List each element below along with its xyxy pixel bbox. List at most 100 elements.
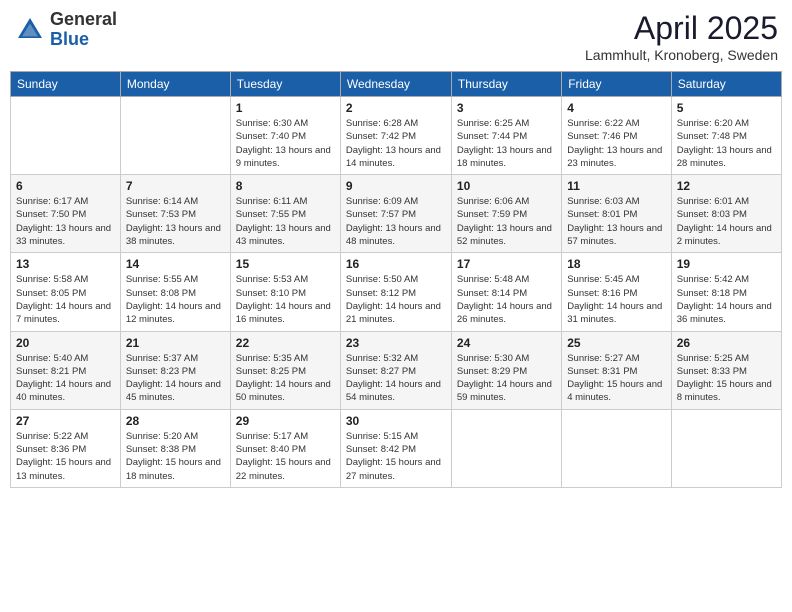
calendar-cell: 18 Sunrise: 5:45 AM Sunset: 8:16 PM Dayli… [562, 253, 672, 331]
day-number: 23 [346, 336, 446, 350]
week-row-0: 1 Sunrise: 6:30 AM Sunset: 7:40 PM Daylig… [11, 97, 782, 175]
day-header-monday: Monday [120, 72, 230, 97]
day-header-wednesday: Wednesday [340, 72, 451, 97]
calendar-cell: 7 Sunrise: 6:14 AM Sunset: 7:53 PM Daylig… [120, 175, 230, 253]
day-info: Sunrise: 5:27 AM Sunset: 8:31 PM Dayligh… [567, 352, 666, 405]
calendar: SundayMondayTuesdayWednesdayThursdayFrid… [10, 71, 782, 488]
day-number: 7 [126, 179, 225, 193]
day-info: Sunrise: 6:22 AM Sunset: 7:46 PM Dayligh… [567, 117, 666, 170]
day-number: 30 [346, 414, 446, 428]
month-title: April 2025 [585, 10, 778, 47]
calendar-cell: 9 Sunrise: 6:09 AM Sunset: 7:57 PM Daylig… [340, 175, 451, 253]
day-number: 12 [677, 179, 776, 193]
calendar-cell: 27Sunrise: 5:22 AM Sunset: 8:36 PM Dayli… [11, 409, 121, 487]
day-info: Sunrise: 5:45 AM Sunset: 8:16 PM Dayligh… [567, 273, 666, 326]
week-row-1: 6 Sunrise: 6:17 AM Sunset: 7:50 PM Daylig… [11, 175, 782, 253]
calendar-cell: 24 Sunrise: 5:30 AM Sunset: 8:29 PM Dayli… [451, 331, 561, 409]
day-number: 15 [236, 257, 335, 271]
week-row-4: 27Sunrise: 5:22 AM Sunset: 8:36 PM Dayli… [11, 409, 782, 487]
day-number: 1 [236, 101, 335, 115]
logo: General Blue [14, 10, 117, 50]
day-number: 19 [677, 257, 776, 271]
logo-blue: Blue [50, 30, 117, 50]
calendar-cell: 1 Sunrise: 6:30 AM Sunset: 7:40 PM Daylig… [230, 97, 340, 175]
calendar-body: 1 Sunrise: 6:30 AM Sunset: 7:40 PM Daylig… [11, 97, 782, 488]
day-number: 22 [236, 336, 335, 350]
calendar-cell [120, 97, 230, 175]
day-info: Sunrise: 5:32 AM Sunset: 8:27 PM Dayligh… [346, 352, 446, 405]
calendar-cell: 8 Sunrise: 6:11 AM Sunset: 7:55 PM Daylig… [230, 175, 340, 253]
day-number: 6 [16, 179, 115, 193]
calendar-cell [11, 97, 121, 175]
day-number: 20 [16, 336, 115, 350]
day-number: 16 [346, 257, 446, 271]
calendar-cell [451, 409, 561, 487]
day-header-friday: Friday [562, 72, 672, 97]
calendar-cell: 10 Sunrise: 6:06 AM Sunset: 7:59 PM Dayli… [451, 175, 561, 253]
logo-icon [14, 14, 46, 46]
day-info: Sunrise: 6:17 AM Sunset: 7:50 PM Dayligh… [16, 195, 115, 248]
calendar-cell: 5 Sunrise: 6:20 AM Sunset: 7:48 PM Daylig… [671, 97, 781, 175]
day-number: 5 [677, 101, 776, 115]
day-number: 25 [567, 336, 666, 350]
day-info: Sunrise: 5:15 AM Sunset: 8:42 PM Dayligh… [346, 430, 446, 483]
day-number: 3 [457, 101, 556, 115]
day-info: Sunrise: 5:53 AM Sunset: 8:10 PM Dayligh… [236, 273, 335, 326]
calendar-cell: 6 Sunrise: 6:17 AM Sunset: 7:50 PM Daylig… [11, 175, 121, 253]
calendar-cell [562, 409, 672, 487]
calendar-cell: 23 Sunrise: 5:32 AM Sunset: 8:27 PM Dayli… [340, 331, 451, 409]
calendar-cell: 22 Sunrise: 5:35 AM Sunset: 8:25 PM Dayli… [230, 331, 340, 409]
page: General Blue April 2025 Lammhult, Kronob… [0, 0, 792, 612]
day-info: Sunrise: 6:14 AM Sunset: 7:53 PM Dayligh… [126, 195, 225, 248]
calendar-cell: 12 Sunrise: 6:01 AM Sunset: 8:03 PM Dayli… [671, 175, 781, 253]
day-number: 14 [126, 257, 225, 271]
day-info: Sunrise: 5:58 AM Sunset: 8:05 PM Dayligh… [16, 273, 115, 326]
calendar-cell: 13 Sunrise: 5:58 AM Sunset: 8:05 PM Dayli… [11, 253, 121, 331]
day-info: Sunrise: 5:35 AM Sunset: 8:25 PM Dayligh… [236, 352, 335, 405]
title-block: April 2025 Lammhult, Kronoberg, Sweden [585, 10, 778, 63]
calendar-cell: 26Sunrise: 5:25 AM Sunset: 8:33 PM Dayli… [671, 331, 781, 409]
day-header-sunday: Sunday [11, 72, 121, 97]
calendar-cell: 30 Sunrise: 5:15 AM Sunset: 8:42 PM Dayli… [340, 409, 451, 487]
day-number: 21 [126, 336, 225, 350]
calendar-cell: 3Sunrise: 6:25 AM Sunset: 7:44 PM Daylig… [451, 97, 561, 175]
calendar-cell: 21Sunrise: 5:37 AM Sunset: 8:23 PM Dayli… [120, 331, 230, 409]
day-number: 8 [236, 179, 335, 193]
day-number: 17 [457, 257, 556, 271]
week-row-3: 20Sunrise: 5:40 AM Sunset: 8:21 PM Dayli… [11, 331, 782, 409]
day-number: 13 [16, 257, 115, 271]
calendar-cell: 17Sunrise: 5:48 AM Sunset: 8:14 PM Dayli… [451, 253, 561, 331]
calendar-cell: 15 Sunrise: 5:53 AM Sunset: 8:10 PM Dayli… [230, 253, 340, 331]
header: General Blue April 2025 Lammhult, Kronob… [10, 10, 782, 63]
day-number: 26 [677, 336, 776, 350]
day-number: 29 [236, 414, 335, 428]
day-info: Sunrise: 6:09 AM Sunset: 7:57 PM Dayligh… [346, 195, 446, 248]
day-header-tuesday: Tuesday [230, 72, 340, 97]
day-number: 4 [567, 101, 666, 115]
day-info: Sunrise: 5:30 AM Sunset: 8:29 PM Dayligh… [457, 352, 556, 405]
calendar-cell: 14 Sunrise: 5:55 AM Sunset: 8:08 PM Dayli… [120, 253, 230, 331]
calendar-cell: 16 Sunrise: 5:50 AM Sunset: 8:12 PM Dayli… [340, 253, 451, 331]
day-number: 24 [457, 336, 556, 350]
day-number: 9 [346, 179, 446, 193]
day-header-saturday: Saturday [671, 72, 781, 97]
day-info: Sunrise: 6:20 AM Sunset: 7:48 PM Dayligh… [677, 117, 776, 170]
day-info: Sunrise: 6:30 AM Sunset: 7:40 PM Dayligh… [236, 117, 335, 170]
day-info: Sunrise: 5:42 AM Sunset: 8:18 PM Dayligh… [677, 273, 776, 326]
location: Lammhult, Kronoberg, Sweden [585, 47, 778, 63]
calendar-cell: 2Sunrise: 6:28 AM Sunset: 7:42 PM Daylig… [340, 97, 451, 175]
day-number: 27 [16, 414, 115, 428]
calendar-cell: 28Sunrise: 5:20 AM Sunset: 8:38 PM Dayli… [120, 409, 230, 487]
day-info: Sunrise: 6:03 AM Sunset: 8:01 PM Dayligh… [567, 195, 666, 248]
day-number: 18 [567, 257, 666, 271]
day-info: Sunrise: 6:01 AM Sunset: 8:03 PM Dayligh… [677, 195, 776, 248]
day-info: Sunrise: 6:06 AM Sunset: 7:59 PM Dayligh… [457, 195, 556, 248]
day-info: Sunrise: 6:11 AM Sunset: 7:55 PM Dayligh… [236, 195, 335, 248]
day-info: Sunrise: 5:55 AM Sunset: 8:08 PM Dayligh… [126, 273, 225, 326]
day-info: Sunrise: 5:17 AM Sunset: 8:40 PM Dayligh… [236, 430, 335, 483]
day-info: Sunrise: 5:50 AM Sunset: 8:12 PM Dayligh… [346, 273, 446, 326]
header-row: SundayMondayTuesdayWednesdayThursdayFrid… [11, 72, 782, 97]
logo-general: General [50, 10, 117, 30]
day-header-thursday: Thursday [451, 72, 561, 97]
day-number: 10 [457, 179, 556, 193]
